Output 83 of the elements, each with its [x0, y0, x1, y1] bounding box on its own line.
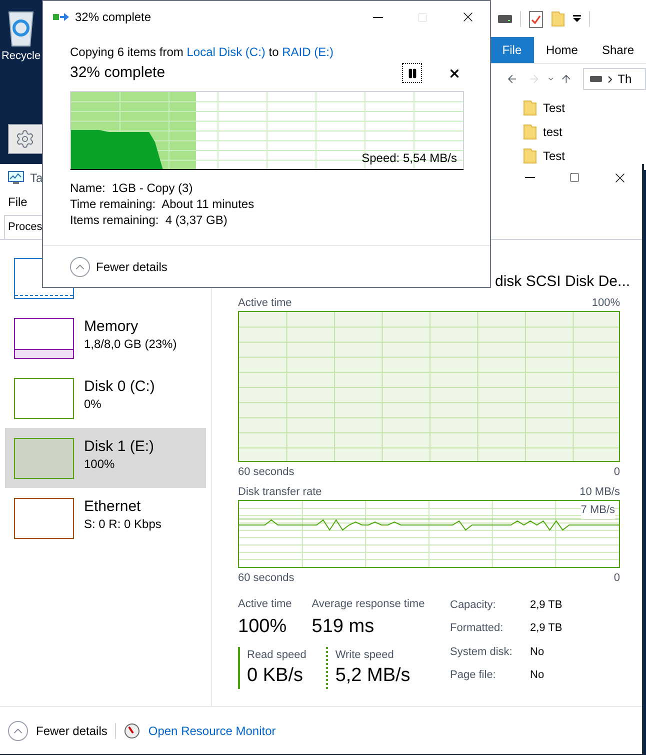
- sidebar-item[interactable]: Disk 1 (E:) 100%: [5, 428, 206, 488]
- device-title: disk SCSI Disk De...: [495, 272, 630, 292]
- destination-link[interactable]: RAID (E:): [282, 45, 334, 59]
- folder-icon: [523, 100, 537, 116]
- device-detail: 1,8/8,0 GB (23%): [84, 336, 177, 352]
- folder-icon: [551, 11, 565, 27]
- property-value: 2,9 TB: [530, 621, 562, 636]
- axis-label: 0: [614, 570, 620, 586]
- axis-label: 60 seconds: [238, 464, 294, 480]
- drive-icon: [590, 76, 602, 82]
- device-name: Ethernet: [84, 498, 142, 516]
- stat-label: Average response time: [312, 597, 425, 612]
- collapse-icon: [8, 720, 28, 740]
- detail-line: Items remaining: 4 (3,37 GB): [70, 212, 228, 228]
- copy-description: Copying 6 items from Local Disk (C:) to RAID (E:): [70, 44, 334, 61]
- axis-label: 60 seconds: [238, 570, 294, 586]
- sidebar-item[interactable]: Memory 1,8/8,0 GB (23%): [5, 308, 206, 368]
- ribbon-tab[interactable]: Home: [534, 37, 590, 63]
- minimize-icon: [524, 177, 534, 178]
- property-label: Formatted:: [450, 621, 504, 636]
- property-value: 2,9 TB: [530, 598, 562, 613]
- property-value: No: [530, 644, 546, 660]
- stat-label: Write speed: [335, 648, 395, 662]
- chart-title: Active time: [238, 296, 292, 311]
- folder-icon: [523, 148, 537, 164]
- stat-label: Read speed: [247, 648, 306, 662]
- gear-icon: [15, 129, 35, 149]
- detail-line: Time remaining: About 11 minutes: [70, 196, 256, 212]
- stat-value: 519 ms: [312, 614, 376, 638]
- gauge-icon: [124, 722, 140, 738]
- monitor-icon: [8, 170, 24, 184]
- speed-text: Speed: 5,54 MB/s: [362, 150, 457, 167]
- drive-icon[interactable]: [498, 15, 512, 23]
- minimize-icon: [372, 16, 382, 18]
- checklist-icon[interactable]: [529, 10, 543, 28]
- chart-title: Disk transfer rate: [238, 484, 322, 500]
- folder-icon: [523, 124, 537, 140]
- device-detail: 0%: [84, 396, 102, 412]
- desktop-icon-label[interactable]: Recycle: [1, 48, 41, 64]
- detail-line: Name: 1GB - Copy (3): [70, 180, 194, 196]
- copy-icon: [53, 11, 69, 23]
- source-link[interactable]: Local Disk (C:): [186, 45, 266, 59]
- property-label: Page file:: [450, 668, 497, 683]
- pause-icon: [406, 68, 418, 78]
- device-name: Disk 0 (C:): [84, 378, 155, 396]
- sidebar-item[interactable]: Ethernet S: 0 R: 0 Kbps: [5, 488, 206, 548]
- stat-label: Active time: [238, 597, 292, 612]
- resource-monitor-link[interactable]: Open Resource Monitor: [148, 722, 276, 740]
- fewer-details-button[interactable]: Fewer details: [96, 258, 168, 276]
- property-label: System disk:: [450, 644, 514, 660]
- fewer-details-button[interactable]: Fewer details: [36, 722, 108, 740]
- chart-max: 10 MB/s: [580, 484, 620, 500]
- device-name: Memory: [84, 318, 140, 336]
- folder-name[interactable]: Test: [543, 99, 566, 117]
- folder-name[interactable]: test: [543, 123, 562, 141]
- stat-value: 5,2 MB/s: [335, 664, 410, 688]
- sidebar-item[interactable]: Disk 0 (C:) 0%: [5, 368, 206, 428]
- axis-label: 0: [614, 464, 620, 480]
- stat-value: 0 KB/s: [247, 664, 304, 688]
- progress-heading: 32% complete: [70, 62, 166, 83]
- folder-name[interactable]: Test: [543, 147, 566, 165]
- pause-button[interactable]: [402, 63, 422, 83]
- device-detail: 100%: [84, 456, 116, 472]
- property-label: Capacity:: [450, 598, 497, 613]
- device-detail: S: 0 R: 0 Kbps: [84, 516, 162, 532]
- chart-max: 100%: [592, 296, 620, 311]
- maximize-icon: [417, 12, 428, 22]
- chevron-icon: [608, 76, 612, 82]
- menu-item[interactable]: File: [8, 193, 28, 211]
- ribbon-tab[interactable]: File: [490, 37, 534, 63]
- maximize-icon: [569, 172, 580, 183]
- device-name: Disk 1 (E:): [84, 438, 154, 456]
- window-title: 32% complete: [75, 9, 152, 26]
- dropdown-icon[interactable]: [573, 15, 581, 23]
- collapse-icon: [70, 256, 90, 276]
- cancel-icon[interactable]: [448, 66, 461, 80]
- scale-label: 7 MB/s: [580, 502, 615, 518]
- address-bar[interactable]: Th: [582, 68, 646, 90]
- window-title: Ta: [30, 170, 43, 186]
- address-text: Th: [618, 71, 632, 88]
- property-value: No: [530, 668, 546, 683]
- stat-value: 100%: [238, 614, 288, 638]
- ribbon-tab[interactable]: Share: [590, 37, 646, 63]
